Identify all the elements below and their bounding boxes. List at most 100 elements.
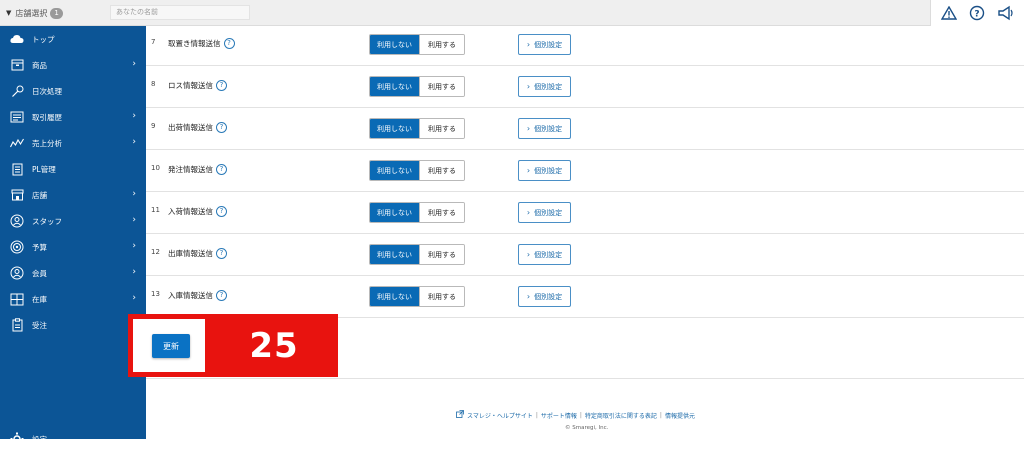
row-title: ロス情報送信 ?: [168, 80, 227, 91]
detail-settings-label: 個別設定: [534, 82, 563, 91]
sidebar-item-products[interactable]: 商品 ›: [0, 52, 146, 78]
sidebar-item-label: トップ: [32, 34, 55, 44]
disable-button[interactable]: 利用しない: [370, 245, 419, 264]
sidebar-item-orders[interactable]: 受注: [0, 312, 146, 338]
chevron-right-icon: ›: [526, 40, 531, 49]
row-title-text: 出荷情報送信: [168, 123, 213, 132]
sidebar-item-sales-analysis[interactable]: 売上分析 ›: [0, 130, 146, 156]
name-field[interactable]: あなたの名前: [110, 5, 250, 20]
detail-settings-button[interactable]: › 個別設定: [518, 118, 571, 139]
disable-button[interactable]: 利用しない: [370, 77, 419, 96]
row-title-text: 入庫情報送信: [168, 291, 213, 300]
footer-link-support[interactable]: サポート情報: [541, 411, 577, 420]
enable-button[interactable]: 利用する: [418, 77, 464, 96]
row-title: 取置き情報送信 ?: [168, 38, 235, 49]
table-row: 9 出荷情報送信 ? 利用しない 利用する › 個別設定: [146, 108, 1024, 150]
box-icon: [10, 58, 24, 72]
sidebar-item-settings[interactable]: 設定: [0, 426, 146, 452]
footer-link-help-site[interactable]: スマレジ・ヘルプサイト: [467, 411, 533, 420]
detail-settings-label: 個別設定: [534, 292, 563, 301]
table-row: 12 出庫情報送信 ? 利用しない 利用する › 個別設定: [146, 234, 1024, 276]
help-icon[interactable]: ?: [967, 3, 987, 23]
usage-toggle: 利用しない 利用する: [369, 160, 465, 181]
help-icon[interactable]: ?: [216, 122, 227, 133]
chevron-right-icon: ›: [132, 111, 136, 121]
update-button[interactable]: 更新: [152, 334, 190, 358]
help-icon[interactable]: ?: [216, 290, 227, 301]
disable-button[interactable]: 利用しない: [370, 119, 419, 138]
detail-settings-label: 個別設定: [534, 166, 563, 175]
sidebar-item-stores[interactable]: 店舗 ›: [0, 182, 146, 208]
chevron-right-icon: ›: [132, 59, 136, 69]
sidebar-item-label: PL管理: [32, 164, 56, 174]
row-number: 11: [151, 206, 160, 214]
disable-button[interactable]: 利用しない: [370, 35, 419, 54]
detail-settings-button[interactable]: › 個別設定: [518, 160, 571, 181]
detail-settings-label: 個別設定: [534, 208, 563, 217]
chevron-right-icon: ›: [132, 293, 136, 303]
sidebar-item-pl[interactable]: PL管理: [0, 156, 146, 182]
footer-link-legal[interactable]: 特定商取引法に関する表記: [585, 411, 657, 420]
sidebar-item-label: 日次処理: [32, 86, 62, 96]
row-title: 発注情報送信 ?: [168, 164, 227, 175]
sidebar-item-label: 在庫: [32, 294, 47, 304]
disable-button[interactable]: 利用しない: [370, 203, 419, 222]
megaphone-icon[interactable]: [996, 3, 1016, 23]
enable-button[interactable]: 利用する: [418, 161, 464, 180]
help-icon[interactable]: ?: [216, 248, 227, 259]
usage-toggle: 利用しない 利用する: [369, 244, 465, 265]
top-icon-group: ?: [930, 0, 1024, 26]
enable-button[interactable]: 利用する: [418, 287, 464, 306]
sidebar-item-label: 受注: [32, 320, 47, 330]
row-title-text: 発注情報送信: [168, 165, 213, 174]
register-icon: [10, 110, 24, 124]
row-title: 入庫情報送信 ?: [168, 290, 227, 301]
usage-toggle: 利用しない 利用する: [369, 76, 465, 97]
row-number: 13: [151, 290, 160, 298]
row-number: 9: [151, 122, 156, 130]
enable-button[interactable]: 利用する: [418, 245, 464, 264]
usage-toggle: 利用しない 利用する: [369, 34, 465, 55]
enable-button[interactable]: 利用する: [418, 119, 464, 138]
enable-button[interactable]: 利用する: [418, 203, 464, 222]
table-row: 10 発注情報送信 ? 利用しない 利用する › 個別設定: [146, 150, 1024, 192]
sidebar-item-staff[interactable]: スタッフ ›: [0, 208, 146, 234]
gear-icon: [10, 432, 24, 446]
sidebar-item-label: 取引履歴: [32, 112, 62, 122]
help-icon[interactable]: ?: [216, 80, 227, 91]
help-icon[interactable]: ?: [216, 164, 227, 175]
detail-settings-button[interactable]: › 個別設定: [518, 34, 571, 55]
chevron-right-icon: ›: [132, 189, 136, 199]
footer-link-provider[interactable]: 情報提供元: [665, 411, 695, 420]
person-icon: [10, 214, 24, 228]
row-title-text: 取置き情報送信: [168, 39, 221, 48]
disable-button[interactable]: 利用しない: [370, 287, 419, 306]
warning-icon[interactable]: [939, 3, 959, 23]
sidebar-item-transactions[interactable]: 取引履歴 ›: [0, 104, 146, 130]
store-select-dropdown[interactable]: ▼ 店舗選択 1: [6, 5, 63, 21]
target-icon: [10, 240, 24, 254]
detail-settings-button[interactable]: › 個別設定: [518, 244, 571, 265]
detail-settings-label: 個別設定: [534, 40, 563, 49]
row-number: 8: [151, 80, 156, 88]
sidebar-item-budget[interactable]: 予算 ›: [0, 234, 146, 260]
chevron-right-icon: ›: [132, 241, 136, 251]
help-icon[interactable]: ?: [216, 206, 227, 217]
sidebar-item-members[interactable]: 会員 ›: [0, 260, 146, 286]
copyright-text: © Smaregi, Inc.: [565, 425, 609, 431]
member-icon: [10, 266, 24, 280]
detail-settings-button[interactable]: › 個別設定: [518, 202, 571, 223]
detail-settings-button[interactable]: › 個別設定: [518, 76, 571, 97]
sidebar-item-daily[interactable]: 日次処理: [0, 78, 146, 104]
chevron-right-icon: ›: [526, 124, 531, 133]
disable-button[interactable]: 利用しない: [370, 161, 419, 180]
enable-button[interactable]: 利用する: [418, 35, 464, 54]
sidebar-item-top[interactable]: トップ: [0, 26, 146, 52]
chevron-right-icon: ›: [526, 166, 531, 175]
sidebar-item-inventory[interactable]: 在庫 ›: [0, 286, 146, 312]
help-icon[interactable]: ?: [223, 38, 235, 49]
row-title: 出庫情報送信 ?: [168, 248, 227, 259]
detail-settings-label: 個別設定: [534, 124, 563, 133]
grid-icon: [10, 292, 24, 306]
detail-settings-button[interactable]: › 個別設定: [518, 286, 571, 307]
